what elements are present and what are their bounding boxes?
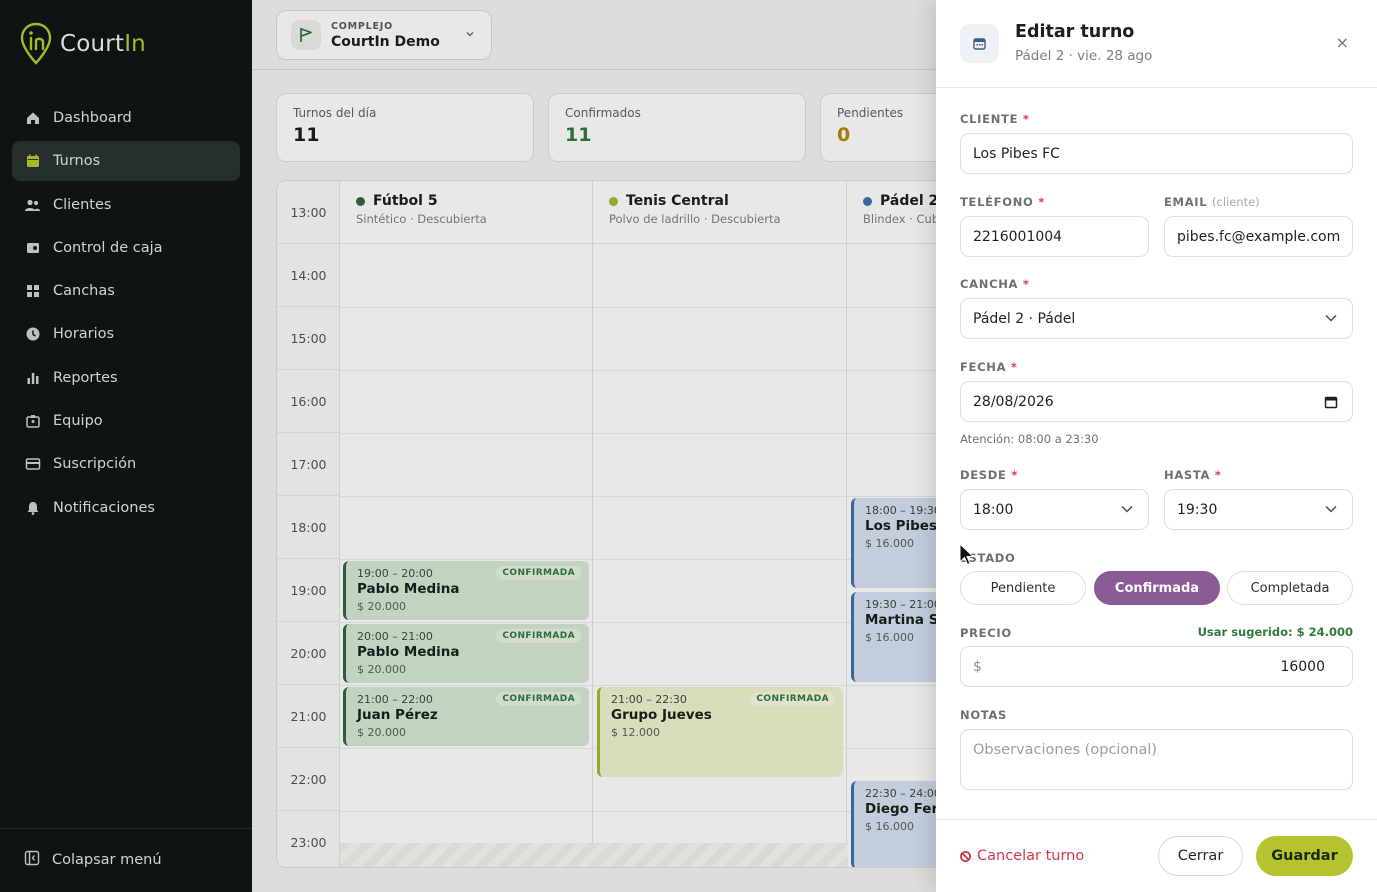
close-button[interactable]: Cerrar [1158,836,1243,876]
from-label: DESDE * [960,468,1019,482]
save-button[interactable]: Guardar [1256,836,1353,876]
price-input[interactable]: $ 16000 [960,646,1353,687]
date-value: 28/08/2026 [973,393,1054,410]
close-icon[interactable]: × [1336,33,1349,52]
drawer-header: Editar turno Pádel 2 · vie. 28 ago × [936,0,1377,88]
attention-hours: Atención: 08:00 a 23:30 [960,432,1099,446]
client-label: CLIENTE * [960,112,1030,126]
mouse-cursor-icon [959,543,975,566]
court-label: CANCHA * [960,277,1030,291]
state-pendiente-button[interactable]: Pendiente [960,571,1086,605]
drawer-title: Editar turno [1015,22,1135,42]
email-input[interactable]: pibes.fc@example.com [1164,216,1353,257]
court-select-value: Pádel 2 · Pádel [973,310,1076,327]
currency-prefix: $ [973,658,982,675]
to-value: 19:30 [1177,501,1218,518]
cancel-booking-button[interactable]: Cancelar turno [960,848,1084,864]
chevron-down-icon [1121,505,1133,513]
calendar-icon [960,24,999,63]
notes-textarea[interactable]: Observaciones (opcional) [960,729,1353,790]
price-value: 16000 [1280,658,1325,675]
drawer-subtitle: Pádel 2 · vie. 28 ago [1015,48,1153,64]
drawer-footer: Cancelar turno Cerrar Guardar [936,819,1377,892]
notes-label: NOTAS [960,708,1008,722]
price-label: PRECIO [960,626,1012,640]
from-select[interactable]: 18:00 [960,489,1149,530]
phone-label: TELÉFONO * [960,195,1045,209]
to-select[interactable]: 19:30 [1164,489,1353,530]
cancel-booking-label: Cancelar turno [977,848,1085,864]
from-value: 18:00 [973,501,1014,518]
use-suggested-price-link[interactable]: Usar sugerido: $ 24.000 [1198,625,1353,639]
phone-input[interactable]: 2216001004 [960,216,1149,257]
chevron-down-icon [1325,505,1337,513]
calendar-picker-icon[interactable] [1324,395,1338,409]
to-label: HASTA * [1164,468,1222,482]
client-input[interactable]: Los Pibes FC [960,133,1353,174]
date-label: FECHA * [960,360,1018,374]
date-input[interactable]: 28/08/2026 [960,381,1353,422]
email-label: EMAIL (cliente) [1164,195,1260,209]
modal-backdrop[interactable] [0,0,936,892]
ban-icon [960,850,971,862]
chevron-down-icon [1325,314,1337,322]
state-confirmada-button[interactable]: Confirmada [1094,571,1220,605]
state-completada-button[interactable]: Completada [1227,571,1353,605]
edit-booking-drawer: Editar turno Pádel 2 · vie. 28 ago × CLI… [936,0,1377,892]
court-select[interactable]: Pádel 2 · Pádel [960,298,1353,339]
